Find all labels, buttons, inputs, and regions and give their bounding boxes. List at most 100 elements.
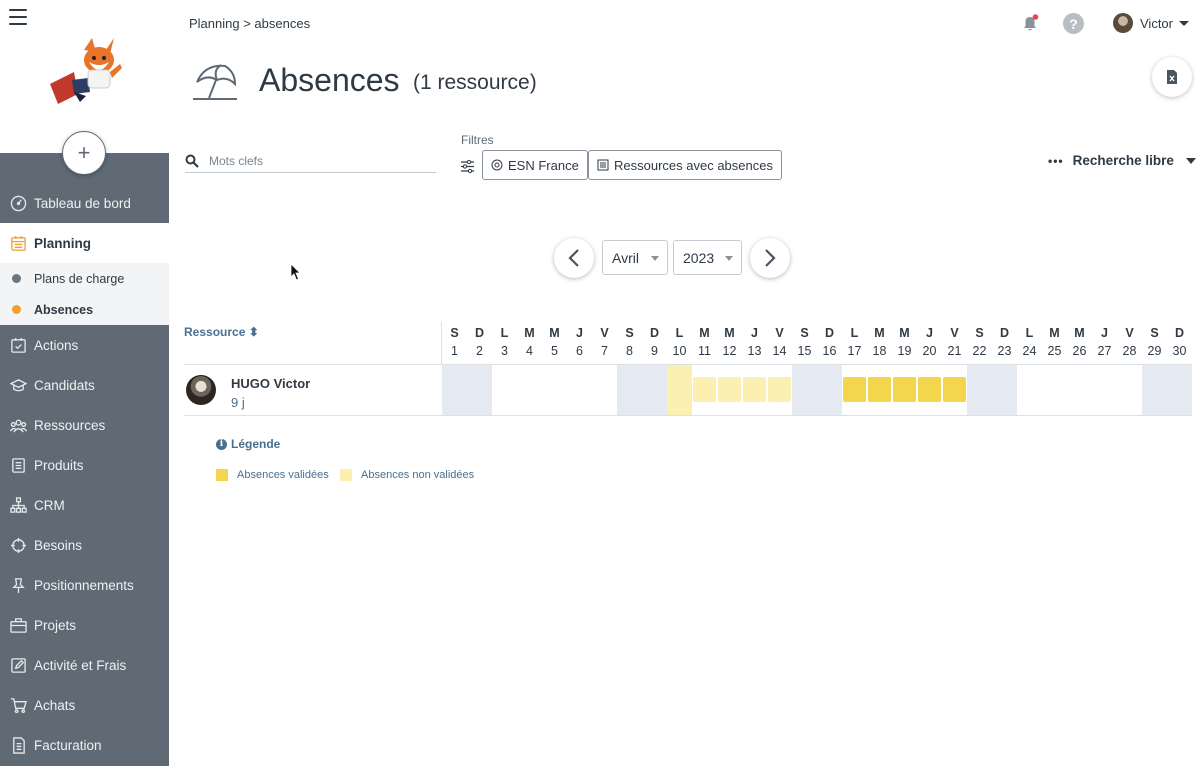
sidebar-item-positionnements[interactable]: Positionnements bbox=[0, 565, 169, 605]
sidebar-item-actions[interactable]: Actions bbox=[0, 325, 169, 365]
sidebar-item-achats[interactable]: Achats bbox=[0, 685, 169, 725]
weekday-letter: S bbox=[450, 326, 459, 340]
avatar bbox=[186, 375, 216, 405]
day-number: 3 bbox=[501, 344, 508, 358]
search-input[interactable] bbox=[209, 154, 409, 168]
absence-validated-block[interactable] bbox=[868, 377, 891, 402]
day-header: D 23 bbox=[992, 322, 1017, 364]
day-cell[interactable] bbox=[567, 365, 592, 415]
sidebar-item-facturation[interactable]: Facturation bbox=[0, 725, 169, 765]
sidebar-item-besoins[interactable]: Besoins bbox=[0, 525, 169, 565]
day-cell[interactable] bbox=[942, 365, 967, 415]
sidebar-item-activite-et-frais[interactable]: Activité et Frais bbox=[0, 645, 169, 685]
day-cell[interactable] bbox=[517, 365, 542, 415]
day-cell[interactable] bbox=[1117, 365, 1142, 415]
day-cell[interactable] bbox=[867, 365, 892, 415]
divider bbox=[184, 415, 1192, 416]
sidebar-item-tableau-de-bord[interactable]: Tableau de bord bbox=[0, 183, 169, 223]
year-select[interactable]: 2023 bbox=[673, 240, 742, 275]
subnav-item-absences[interactable]: Absences bbox=[0, 294, 169, 325]
filter-chip-esn-france[interactable]: ESN France bbox=[482, 150, 588, 180]
weekend-cell[interactable] bbox=[817, 365, 842, 415]
bell-icon[interactable] bbox=[1020, 13, 1040, 33]
export-excel-button[interactable] bbox=[1152, 57, 1192, 97]
day-header: V7 bbox=[592, 322, 617, 364]
day-cell[interactable] bbox=[492, 365, 517, 415]
absence-validated-block[interactable] bbox=[943, 377, 966, 402]
sidebar-item-candidats[interactable]: Candidats bbox=[0, 365, 169, 405]
day-cell[interactable] bbox=[1092, 365, 1117, 415]
day-cell[interactable] bbox=[692, 365, 717, 415]
free-search-label: Recherche libre bbox=[1072, 153, 1174, 168]
resource-column-header[interactable]: Ressource ⬍ bbox=[184, 325, 259, 339]
day-cell[interactable] bbox=[892, 365, 917, 415]
free-search-toggle[interactable]: ••• Recherche libre bbox=[1048, 153, 1196, 168]
sidebar: + Tableau de bord Planning Plans de char… bbox=[0, 0, 169, 766]
day-header: L3 bbox=[492, 322, 517, 364]
absence-validated-block[interactable] bbox=[843, 377, 866, 402]
previous-month-button[interactable] bbox=[554, 238, 594, 278]
day-cell[interactable] bbox=[842, 365, 867, 415]
month-select[interactable]: Avril bbox=[602, 240, 668, 275]
sidebar-item-planning[interactable]: Planning bbox=[0, 223, 169, 263]
day-cell[interactable] bbox=[542, 365, 567, 415]
planning-subnav: Plans de charge Absences bbox=[0, 263, 169, 325]
filter-chip-ressources-avec-absences[interactable]: Ressources avec absences bbox=[588, 150, 782, 180]
absence-unvalidated-block[interactable] bbox=[743, 377, 766, 402]
day-header: D9 bbox=[642, 322, 667, 364]
day-number: 15 bbox=[797, 344, 812, 358]
add-button[interactable]: + bbox=[62, 131, 106, 175]
subnav-item-plans-de-charge[interactable]: Plans de charge bbox=[0, 263, 169, 294]
day-number: 23 bbox=[997, 344, 1012, 358]
weekend-cell[interactable] bbox=[992, 365, 1017, 415]
weekend-cell[interactable] bbox=[967, 365, 992, 415]
sidebar-item-crm[interactable]: CRM bbox=[0, 485, 169, 525]
absence-unvalidated-block[interactable] bbox=[768, 377, 791, 402]
day-cell[interactable] bbox=[1017, 365, 1042, 415]
menu-icon[interactable] bbox=[9, 9, 27, 25]
sidebar-item-projets[interactable]: Projets bbox=[0, 605, 169, 645]
user-menu[interactable]: Victor bbox=[1113, 13, 1189, 33]
weekend-cell[interactable] bbox=[1142, 365, 1167, 415]
sidebar-item-produits[interactable]: Produits bbox=[0, 445, 169, 485]
day-header: V 28 bbox=[1117, 322, 1142, 364]
day-number: 26 bbox=[1072, 344, 1087, 358]
day-cell[interactable] bbox=[1042, 365, 1067, 415]
sidebar-item-ressources[interactable]: Ressources bbox=[0, 405, 169, 445]
day-number: 21 bbox=[947, 344, 962, 358]
user-name: Victor bbox=[1140, 15, 1173, 31]
day-cell[interactable] bbox=[742, 365, 767, 415]
chip-label: Ressources avec absences bbox=[614, 157, 773, 173]
sliders-icon[interactable] bbox=[460, 159, 475, 174]
day-cell[interactable] bbox=[767, 365, 792, 415]
weekend-cell[interactable] bbox=[617, 365, 642, 415]
weekend-cell[interactable] bbox=[792, 365, 817, 415]
day-cell[interactable] bbox=[717, 365, 742, 415]
day-number: 4 bbox=[526, 344, 533, 358]
absence-validated-block[interactable] bbox=[918, 377, 941, 402]
absence-unvalidated-block[interactable] bbox=[718, 377, 741, 402]
resource-name[interactable]: HUGO Victor bbox=[231, 376, 310, 391]
day-cell[interactable] bbox=[917, 365, 942, 415]
weekend-cell[interactable] bbox=[642, 365, 667, 415]
weekend-cell[interactable] bbox=[1167, 365, 1192, 415]
absence-validated-block[interactable] bbox=[893, 377, 916, 402]
legend-item-unvalidated: Absences non validées bbox=[340, 469, 474, 481]
weekend-cell[interactable] bbox=[442, 365, 467, 415]
weekend-cell[interactable] bbox=[467, 365, 492, 415]
weekday-letter: S bbox=[1150, 326, 1159, 340]
resource-count: (1 ressource) bbox=[413, 71, 537, 94]
list-icon bbox=[597, 159, 609, 171]
day-cell[interactable] bbox=[667, 365, 692, 415]
breadcrumb[interactable]: Planning > absences bbox=[189, 16, 310, 31]
help-icon[interactable]: ? bbox=[1063, 13, 1084, 34]
absence-unvalidated-block[interactable] bbox=[693, 377, 716, 402]
day-header: M4 bbox=[517, 322, 542, 364]
day-cell[interactable] bbox=[1067, 365, 1092, 415]
day-header: L 17 bbox=[842, 322, 867, 364]
day-number: 11 bbox=[698, 344, 711, 358]
weekday-letter: V bbox=[775, 326, 784, 340]
day-cell[interactable] bbox=[592, 365, 617, 415]
next-month-button[interactable] bbox=[750, 238, 790, 278]
day-header: J6 bbox=[567, 322, 592, 364]
